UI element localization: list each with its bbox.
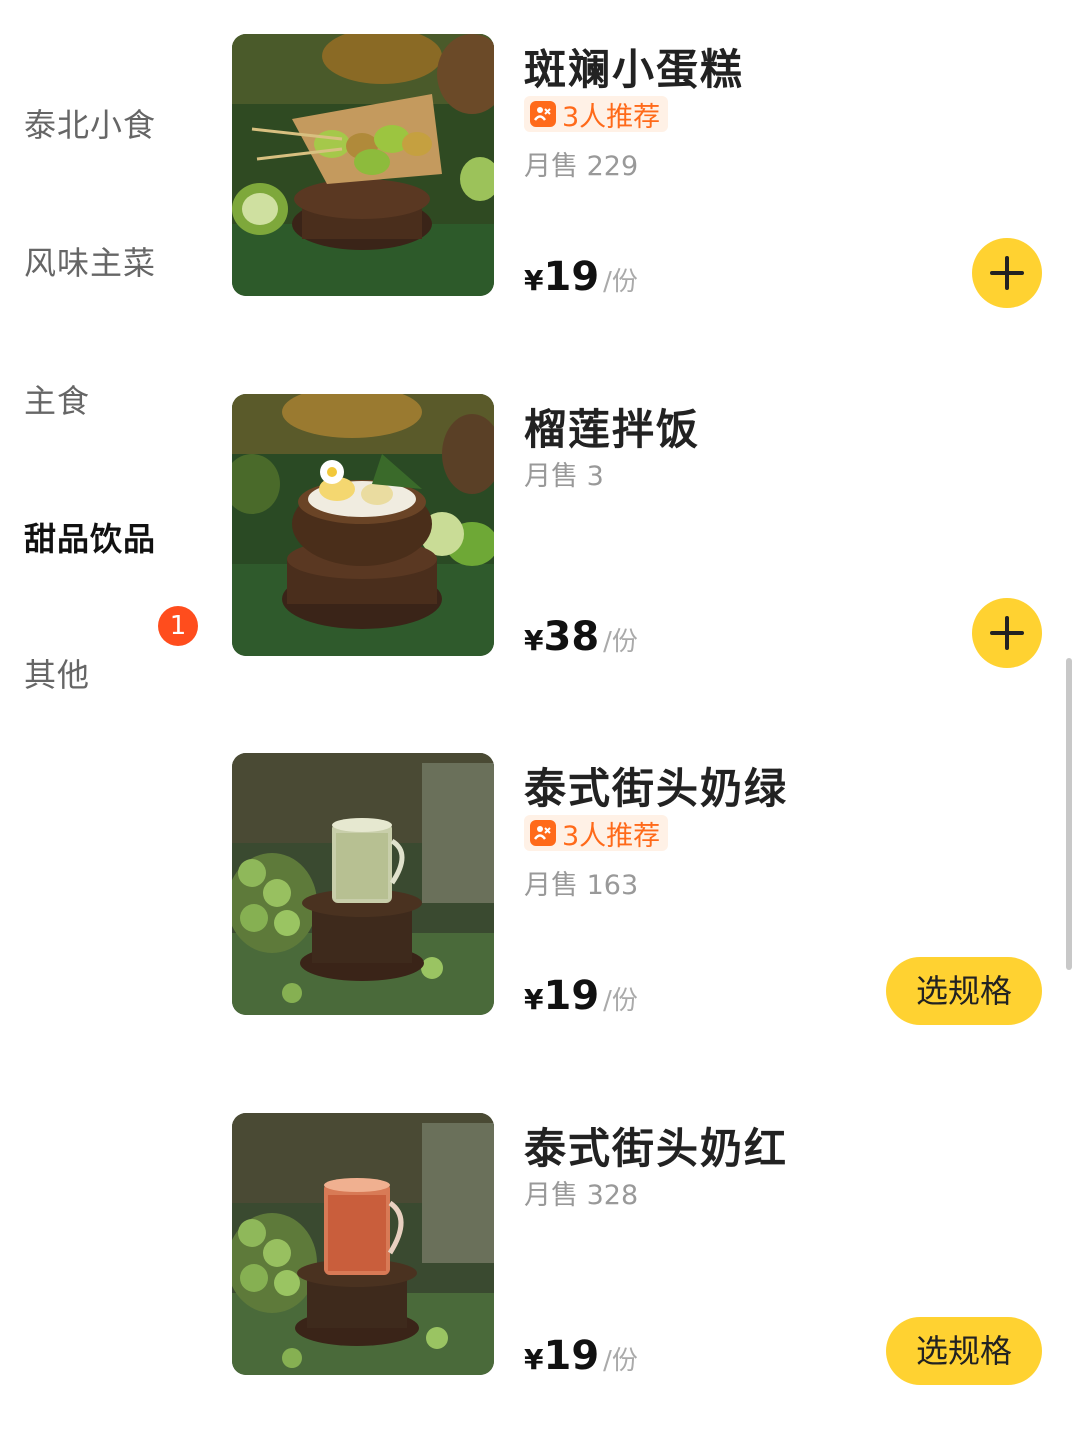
price-value: 19 (543, 254, 600, 300)
recommend-text: 3人推荐 (562, 101, 661, 133)
pandan-cake-photo (232, 34, 494, 296)
product-image[interactable] (232, 394, 494, 656)
product-price: ¥38/份 (524, 614, 638, 660)
price-value: 19 (543, 973, 600, 1019)
select-spec-button[interactable]: 选规格 (886, 1317, 1042, 1385)
product-name: 斑斓小蛋糕 (524, 45, 745, 94)
monthly-sales: 月售 328 (524, 1180, 639, 1211)
category-item-signature-mains[interactable]: 风味主菜 (24, 238, 156, 284)
price-unit: /份 (603, 986, 638, 1016)
category-item-desserts-drinks[interactable]: 甜品饮品 (24, 514, 156, 560)
currency-symbol: ¥ (524, 624, 544, 657)
durian-rice-photo (232, 394, 494, 656)
product-name: 泰式街头奶红 (524, 1124, 789, 1173)
menu-page: 泰北小食 风味主菜 主食 甜品饮品 其他 1 斑斓小蛋糕 3人推荐 月售 229… (0, 0, 1080, 1440)
category-count-badge: 1 (158, 606, 198, 646)
product-price: ¥19/份 (524, 973, 638, 1019)
recommend-text: 3人推荐 (562, 820, 661, 852)
currency-symbol: ¥ (524, 983, 544, 1016)
category-sidebar: 泰北小食 风味主菜 主食 甜品饮品 其他 1 (0, 0, 215, 1440)
price-unit: /份 (603, 1346, 638, 1376)
category-item-staples[interactable]: 主食 (24, 376, 90, 422)
product-price: ¥19/份 (524, 1333, 638, 1379)
product-image[interactable] (232, 753, 494, 1015)
product-item[interactable]: 泰式街头奶绿 3人推荐 月售 163 ¥19/份 选规格 (232, 753, 1042, 1025)
monthly-sales: 月售 3 (524, 461, 604, 492)
product-item[interactable]: 泰式街头奶红 月售 328 ¥19/份 选规格 (232, 1113, 1042, 1385)
price-unit: /份 (603, 627, 638, 657)
add-to-cart-button[interactable] (972, 238, 1042, 308)
product-image[interactable] (232, 1113, 494, 1375)
monthly-sales: 月售 163 (524, 870, 639, 901)
currency-symbol: ¥ (524, 1343, 544, 1376)
thai-green-milk-tea-photo (232, 753, 494, 1015)
plus-icon (990, 256, 1024, 290)
recommend-badge: 3人推荐 (524, 815, 669, 852)
price-unit: /份 (603, 267, 638, 297)
product-name: 榴莲拌饭 (524, 405, 701, 454)
monthly-sales: 月售 229 (524, 151, 639, 182)
recommend-icon (530, 101, 556, 127)
recommend-icon (530, 820, 556, 846)
select-spec-button[interactable]: 选规格 (886, 957, 1042, 1025)
price-value: 38 (543, 614, 600, 660)
category-item-northern-thai-snacks[interactable]: 泰北小食 (24, 100, 156, 146)
add-to-cart-button[interactable] (972, 598, 1042, 668)
thai-red-milk-tea-photo (232, 1113, 494, 1375)
product-price: ¥19/份 (524, 254, 638, 300)
product-item[interactable]: 斑斓小蛋糕 3人推荐 月售 229 ¥19/份 (232, 34, 1042, 308)
product-image[interactable] (232, 34, 494, 296)
recommend-badge: 3人推荐 (524, 96, 669, 133)
product-item[interactable]: 榴莲拌饭 月售 3 ¥38/份 (232, 394, 1042, 668)
category-item-others[interactable]: 其他 (24, 650, 90, 696)
product-name: 泰式街头奶绿 (524, 764, 789, 813)
currency-symbol: ¥ (524, 264, 544, 297)
price-value: 19 (543, 1333, 600, 1379)
scrollbar[interactable] (1066, 658, 1072, 970)
plus-icon (990, 616, 1024, 650)
